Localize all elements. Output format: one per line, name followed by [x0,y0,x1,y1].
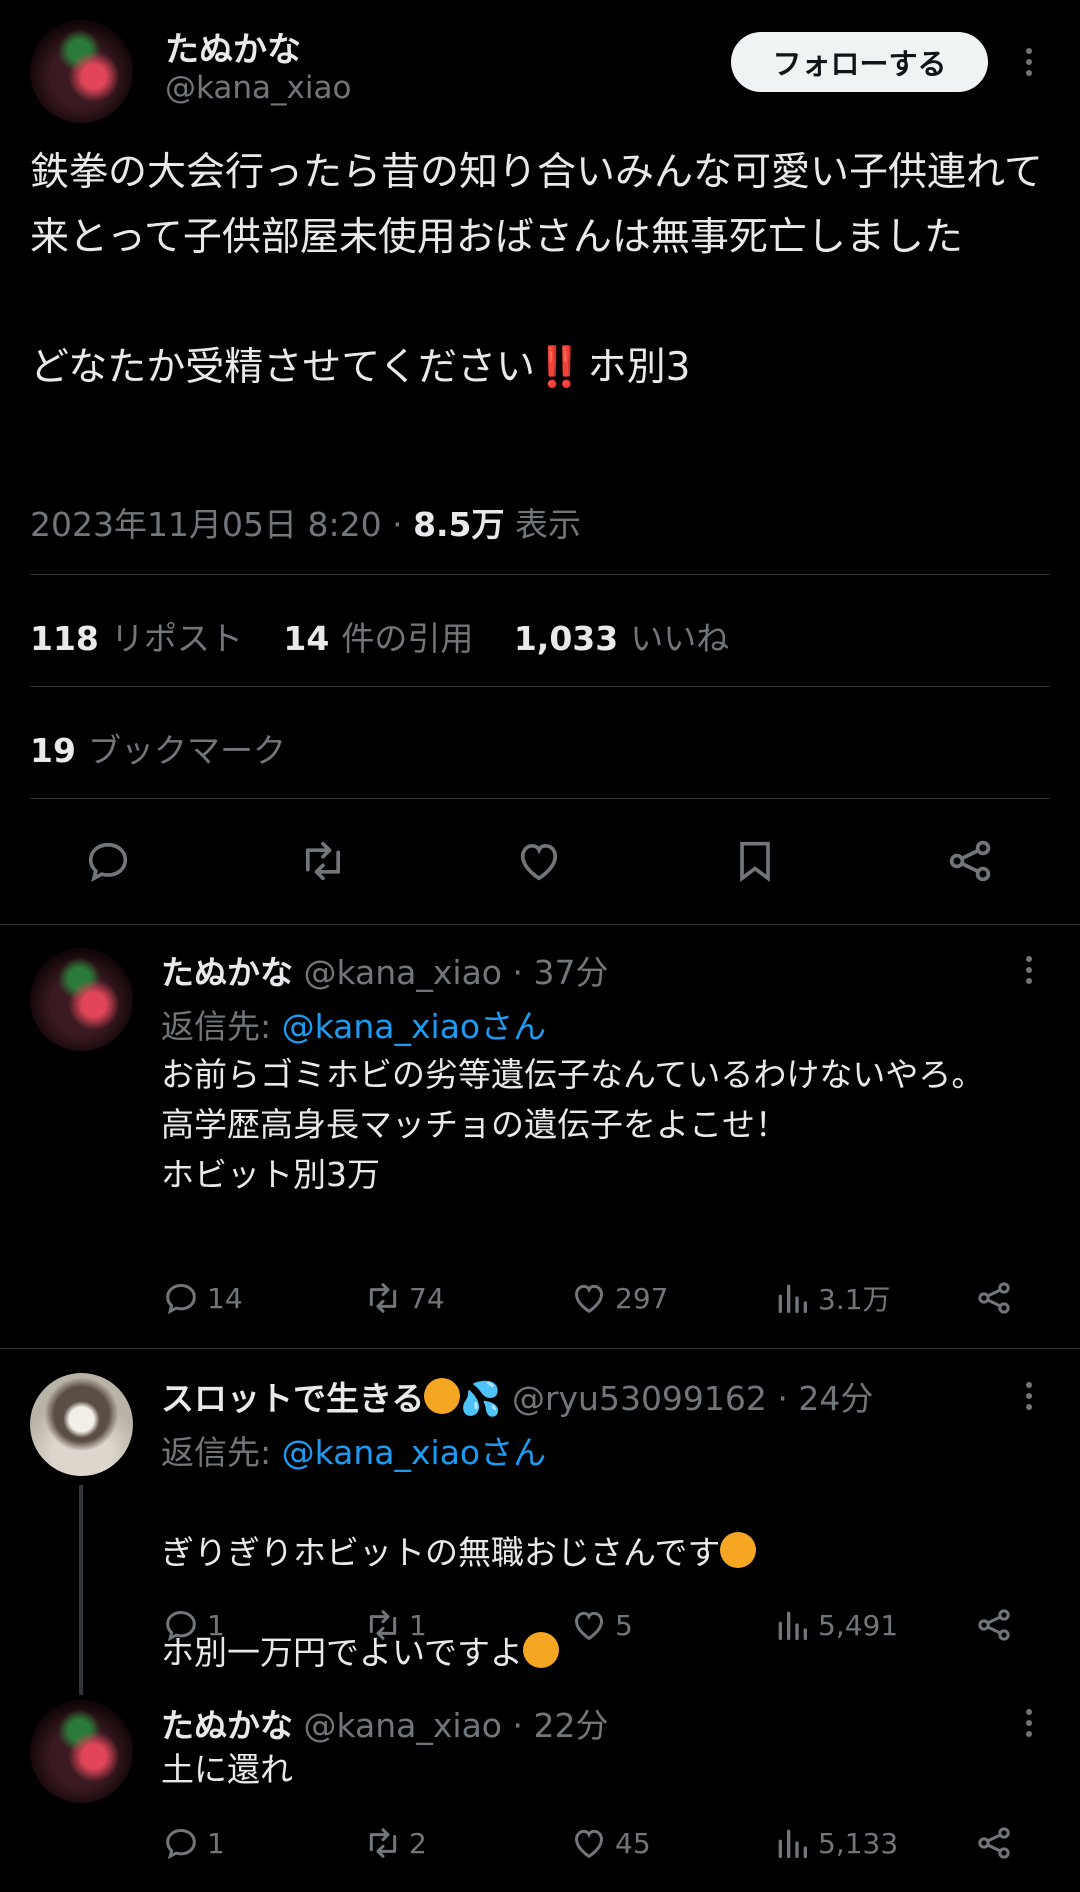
reply-text: お前らゴミホビの劣等遺伝子なんているわけないやろ。 高学歴高身長マッチョの遺伝子… [161,1055,985,1194]
sweat-droplets-emoji: 💦 [460,1379,502,1418]
views-label: 表示 [515,505,582,544]
views-icon [778,1611,807,1640]
like-icon[interactable] [513,835,565,887]
quotes-stat[interactable]: 14 件の引用 [283,619,473,658]
author-avatar[interactable] [30,20,133,123]
reply-time[interactable]: 22分 [534,1706,609,1745]
reply-icon [166,1610,196,1642]
more-icon[interactable] [1022,1705,1036,1741]
like-count[interactable]: 5 [569,1605,633,1645]
thread-line [79,1485,83,1695]
more-icon[interactable] [1022,952,1036,988]
reply-avatar[interactable] [30,948,133,1051]
author-display-name[interactable]: たぬかな [165,22,301,71]
divider [30,798,1050,799]
reply-handle[interactable]: @kana_xiao [304,1706,503,1745]
reply-header: たぬかな @kana_xiao · 22分 [161,1706,609,1745]
reply-to-link[interactable]: @kana_xiaoさん [282,1007,547,1046]
views-count: 8.5万 [413,505,505,544]
reply-count[interactable]: 14 [161,1278,243,1318]
post-text: 鉄拳の大会行ったら昔の知り合いみんな可愛い子供連れて来とって子供部屋未使用おばさ… [30,140,1060,400]
likes-stat[interactable]: 1,033 いいね [514,619,729,658]
repost-count[interactable]: 74 [363,1278,445,1318]
repost-count[interactable]: 2 [363,1823,427,1863]
section-divider [0,924,1080,925]
person-raising-hand-emoji [523,1632,560,1668]
reply-header: たぬかな @kana_xiao · 37分 [161,953,609,992]
views-count[interactable]: 5,491 [772,1605,898,1645]
meta-separator: · [392,505,403,544]
divider [30,574,1050,575]
more-icon[interactable] [1022,1378,1036,1414]
author-handle[interactable]: @kana_xiao [165,70,351,106]
like-icon [574,1611,604,1641]
more-icon[interactable] [1022,44,1036,80]
reply-to-link[interactable]: @kana_xiaoさん [282,1433,547,1472]
repost-icon [369,1828,397,1858]
reply-display-name[interactable]: たぬかな [161,953,293,992]
reply-text: ぎりぎりホビットの無職おじさんです ホ別一万円でよいですよ [161,1478,1041,1728]
views-icon [778,1284,807,1313]
repost-icon [369,1610,397,1640]
like-icon [574,1284,604,1314]
reply-handle[interactable]: @kana_xiao [304,953,503,992]
reply-handle[interactable]: @ryu53099162 [512,1379,767,1418]
reply-icon [166,1283,196,1315]
reply-icon[interactable] [82,835,134,887]
like-count[interactable]: 297 [569,1278,668,1318]
bookmark-icon[interactable] [729,835,781,887]
share-icon[interactable] [974,1605,1020,1645]
share-icon[interactable] [944,835,996,887]
post-timestamp[interactable]: 2023年11月05日 8:20 [30,505,382,544]
reply-count[interactable]: 1 [161,1823,225,1863]
person-bowing-emoji [424,1378,461,1414]
engagement-stats: 118 リポスト 14 件の引用 1,033 いいね [30,612,729,660]
repost-count[interactable]: 1 [363,1605,427,1645]
reply-count[interactable]: 1 [161,1605,225,1645]
views-count[interactable]: 5,133 [772,1823,898,1863]
repost-icon [369,1283,397,1313]
reply-display-name[interactable]: スロットで生きる 💦 [161,1378,502,1418]
person-raising-hand-emoji [720,1532,757,1568]
bookmarks-stat[interactable]: 19 ブックマーク [30,724,286,772]
replying-to: 返信先: @kana_xiaoさん [161,1007,547,1046]
views-count[interactable]: 3.1万 [772,1278,891,1318]
share-icon[interactable] [974,1823,1020,1863]
double-exclamation-emoji: ‼️ [535,345,584,390]
reply-icon [166,1828,196,1860]
section-divider [0,1348,1080,1349]
reply-time[interactable]: 37分 [534,953,609,992]
share-icon[interactable] [974,1278,1020,1318]
follow-button[interactable]: フォローする [731,32,988,92]
replying-to: 返信先: @kana_xiaoさん [161,1433,547,1472]
repost-icon[interactable] [297,835,349,887]
divider [30,686,1050,687]
post-meta: 2023年11月05日 8:20 · 8.5万 表示 [30,498,581,546]
reply-display-name[interactable]: たぬかな [161,1706,293,1745]
post-text-tail: ホ別3 [587,345,691,390]
reply-text: 土に還れ [161,1750,293,1789]
like-count[interactable]: 45 [569,1823,651,1863]
like-icon [574,1829,604,1859]
reply-avatar[interactable] [30,1700,133,1803]
reposts-stat[interactable]: 118 リポスト [30,619,243,658]
reply-avatar[interactable] [30,1373,133,1476]
views-icon [778,1829,807,1858]
reply-header: スロットで生きる 💦 @ryu53099162 · 24分 [161,1378,874,1418]
reply-time[interactable]: 24分 [798,1379,873,1418]
